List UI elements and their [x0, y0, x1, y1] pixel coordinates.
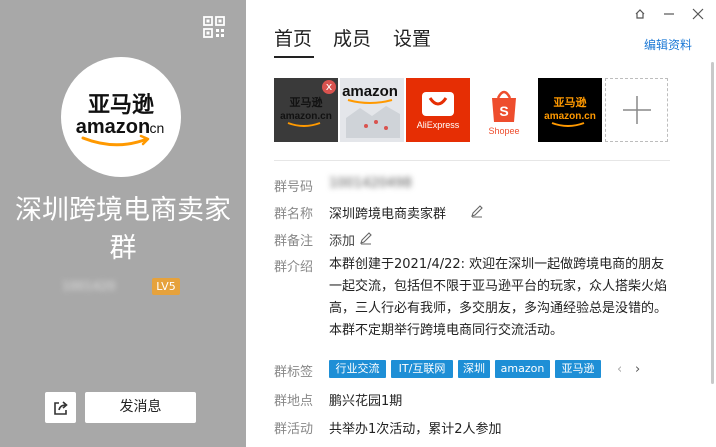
tags-next-icon[interactable]: › [635, 362, 640, 377]
avatar-logo-en: amazon [76, 116, 150, 138]
group-title: 深圳跨境电商卖家群 [15, 195, 231, 264]
svg-text:AliExpress: AliExpress [417, 120, 460, 130]
add-remark-link[interactable]: 添加 [329, 230, 355, 249]
tab-members[interactable]: 成员 [333, 26, 371, 52]
group-intro-value: 本群创建于2021/4/22: 欢迎在深圳一起做跨境电商的朋友一起交流，包括但不… [329, 257, 668, 338]
group-photo-5[interactable]: 亚马逊 amazon.cn [538, 78, 602, 142]
group-code-label: 群号码 [274, 180, 314, 195]
svg-text:S: S [499, 103, 508, 119]
close-icon[interactable] [691, 7, 705, 21]
share-icon [53, 400, 68, 415]
svg-text:amazon.cn: amazon.cn [280, 111, 332, 122]
avatar-logo-cn: 亚马逊 [88, 93, 154, 118]
group-name-label: 群名称 [274, 207, 314, 222]
active-tab-indicator [274, 56, 314, 58]
group-activity-label: 群活动 [274, 422, 314, 437]
group-tags-label: 群标签 [274, 365, 314, 380]
group-photo-4[interactable]: S Shopee [472, 78, 536, 142]
edit-name-pencil-icon[interactable] [470, 203, 484, 222]
tab-settings[interactable]: 设置 [393, 26, 431, 52]
group-location-label: 群地点 [274, 394, 314, 409]
svg-text:亚马逊: 亚马逊 [554, 95, 587, 109]
group-remark-label: 群备注 [274, 234, 314, 249]
level-badge: LV5 [152, 278, 180, 295]
tags-prev-icon[interactable]: ‹ [617, 362, 622, 377]
group-name-value: 深圳跨境电商卖家群 [329, 207, 447, 222]
edit-profile-link[interactable]: 编辑资料 [644, 36, 692, 53]
tag-item[interactable]: 行业交流 [329, 360, 386, 378]
section-divider [274, 160, 670, 161]
tag-item[interactable]: 深圳 [458, 360, 490, 378]
avatar-logo-suffix: .cn [146, 120, 165, 136]
scrollbar[interactable] [711, 62, 714, 384]
svg-text:amazon.cn: amazon.cn [544, 111, 596, 122]
group-avatar[interactable]: 亚马逊 amazon .cn [61, 57, 181, 177]
group-profile-panel: 亚马逊 amazon .cn 深圳跨境电商卖家群 1001420 LV5 发消息 [0, 0, 246, 447]
group-activity-value[interactable]: 共举办1次活动，累计2人参加 [329, 418, 502, 437]
group-photo-2[interactable]: amazon [340, 78, 404, 142]
send-message-button[interactable]: 发消息 [85, 392, 196, 423]
svg-text:amazon: amazon [342, 83, 398, 100]
tab-home[interactable]: 首页 [274, 26, 312, 52]
plus-icon [622, 96, 651, 124]
group-location-value: 鹏兴花园1期 [329, 394, 403, 409]
svg-text:Shopee: Shopee [488, 126, 519, 136]
edit-remark-pencil-icon[interactable] [359, 230, 373, 249]
tag-item[interactable]: 亚马逊 [555, 360, 601, 378]
minimize-icon[interactable] [662, 7, 676, 21]
group-intro-label: 群介绍 [274, 260, 314, 275]
group-photo-3[interactable]: AliExpress [406, 78, 470, 142]
svg-text:亚马逊: 亚马逊 [290, 95, 323, 109]
group-code-value: 1001420498 [329, 176, 412, 191]
tag-item[interactable]: amazon [495, 360, 550, 378]
group-id-row: 1001420 LV5 [0, 277, 246, 297]
add-photo-button[interactable] [605, 78, 668, 142]
delete-photo-button[interactable]: x [322, 80, 336, 94]
tag-item[interactable]: IT/互联网 [391, 360, 453, 378]
share-button[interactable] [45, 392, 76, 423]
group-id: 1001420 [62, 279, 116, 293]
pin-icon[interactable] [633, 7, 647, 21]
qr-code-icon[interactable] [203, 16, 225, 38]
